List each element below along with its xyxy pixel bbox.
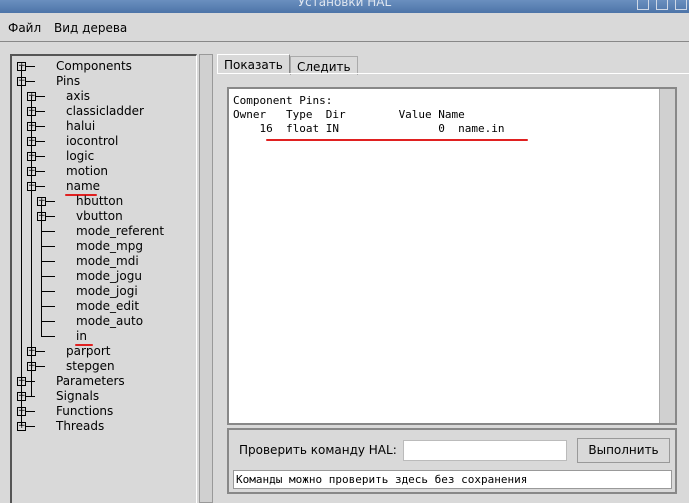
tree-line bbox=[21, 66, 22, 426]
menu-bar: Файл Вид дерева bbox=[0, 13, 689, 42]
status-text: Команды можно проверить здесь без сохран… bbox=[233, 470, 672, 489]
close-button[interactable] bbox=[675, 0, 687, 10]
tree-item[interactable]: Pins bbox=[56, 74, 80, 89]
tree-connector bbox=[41, 231, 55, 232]
tree-item[interactable]: mode_mdi bbox=[76, 254, 139, 269]
tree-item[interactable]: Signals bbox=[56, 389, 99, 404]
tree-item[interactable]: classicladder bbox=[66, 104, 144, 119]
tree-item[interactable]: axis bbox=[66, 89, 90, 104]
window-title: Установки HAL bbox=[297, 0, 392, 9]
run-button[interactable]: Выполнить bbox=[577, 438, 670, 463]
output-scrollbar[interactable] bbox=[659, 89, 675, 423]
tree-item[interactable]: stepgen bbox=[66, 359, 115, 374]
tree-item[interactable]: in bbox=[76, 329, 87, 344]
command-label: Проверить команду HAL: bbox=[239, 443, 397, 457]
tree-connector bbox=[41, 321, 55, 322]
tree-item[interactable]: mode_mpg bbox=[76, 239, 143, 254]
pin-listing: Component Pins: Owner Type Dir Value Nam… bbox=[233, 94, 505, 135]
minimize-button[interactable] bbox=[637, 0, 649, 10]
tree-item[interactable]: Components bbox=[56, 59, 132, 74]
tree-item[interactable]: hbutton bbox=[76, 194, 123, 209]
output-text[interactable]: Component Pins: Owner Type Dir Value Nam… bbox=[227, 87, 677, 425]
title-bar: Установки HAL bbox=[0, 0, 689, 13]
tree-connector bbox=[41, 306, 55, 307]
tree-item[interactable]: name bbox=[66, 179, 100, 194]
tree-connector bbox=[41, 246, 55, 247]
tree-line bbox=[41, 201, 42, 336]
tree-item[interactable]: mode_referent bbox=[76, 224, 164, 239]
tree-item[interactable]: Functions bbox=[56, 404, 113, 419]
hal-tree[interactable]: +Components−Pins+axis+classicladder+halu… bbox=[10, 54, 197, 503]
tree-scrollbar[interactable] bbox=[199, 54, 213, 503]
tree-item[interactable]: Threads bbox=[56, 419, 104, 434]
tree-item[interactable]: motion bbox=[66, 164, 108, 179]
command-frame: Проверить команду HAL: Выполнить Команды… bbox=[227, 428, 677, 494]
tree-item[interactable]: mode_auto bbox=[76, 314, 143, 329]
tree-item[interactable]: mode_jogu bbox=[76, 269, 142, 284]
command-input[interactable] bbox=[403, 440, 567, 461]
tree-connector bbox=[41, 291, 55, 292]
tree-item[interactable]: mode_edit bbox=[76, 299, 139, 314]
tree-connector bbox=[41, 336, 55, 337]
tree-item[interactable]: parport bbox=[66, 344, 111, 359]
tree-item[interactable]: mode_jogi bbox=[76, 284, 138, 299]
tree-item[interactable]: iocontrol bbox=[66, 134, 118, 149]
tree-item[interactable]: logic bbox=[66, 149, 94, 164]
tab-show[interactable]: Показать bbox=[217, 54, 290, 74]
tree-item[interactable]: vbutton bbox=[76, 209, 123, 224]
annotation-underline bbox=[266, 139, 528, 141]
tree-connector bbox=[41, 276, 55, 277]
tree-line bbox=[31, 96, 32, 396]
tree-connector bbox=[41, 261, 55, 262]
tree-item[interactable]: Parameters bbox=[56, 374, 125, 389]
menu-file[interactable]: Файл bbox=[8, 21, 41, 35]
maximize-button[interactable] bbox=[656, 0, 668, 10]
tree-item[interactable]: halui bbox=[66, 119, 95, 134]
menu-tree-view[interactable]: Вид дерева bbox=[54, 21, 127, 35]
